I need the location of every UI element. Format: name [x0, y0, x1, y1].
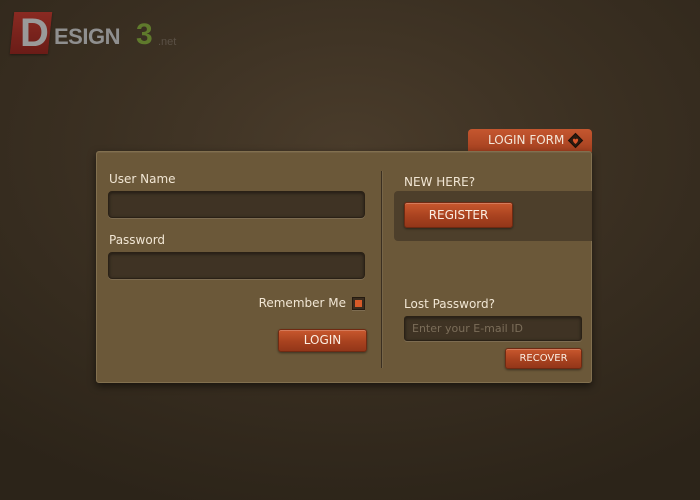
username-field[interactable]	[108, 191, 365, 218]
register-button[interactable]: REGISTER	[404, 202, 513, 228]
login-button[interactable]: LOGIN	[278, 329, 367, 352]
remember-me-checkbox[interactable]	[352, 297, 365, 310]
login-form-tab-label: LOGIN FORM	[488, 133, 565, 147]
logo-wordmark: ESIGN	[54, 24, 120, 49]
site-logo[interactable]: D ESIGN 3 .net	[9, 10, 202, 56]
new-here-heading: NEW HERE?	[404, 175, 476, 189]
remember-me-label: Remember Me	[258, 296, 346, 310]
password-label: Password	[109, 233, 166, 247]
logo-letter: D	[20, 11, 49, 55]
logo-domain: .net	[158, 36, 177, 48]
logo-number: 3	[136, 18, 153, 51]
email-input[interactable]	[404, 316, 582, 341]
column-divider	[381, 171, 382, 368]
password-field[interactable]	[108, 252, 365, 279]
tag-heart-icon	[567, 132, 584, 149]
username-label: User Name	[109, 172, 176, 186]
login-panel: User Name Password Remember Me LOGIN NEW…	[96, 151, 592, 383]
checkbox-check-mark	[355, 300, 362, 307]
lost-password-heading: Lost Password?	[404, 297, 496, 311]
recover-button[interactable]: RECOVER	[505, 348, 582, 369]
login-form-tab: LOGIN FORM	[468, 129, 592, 152]
